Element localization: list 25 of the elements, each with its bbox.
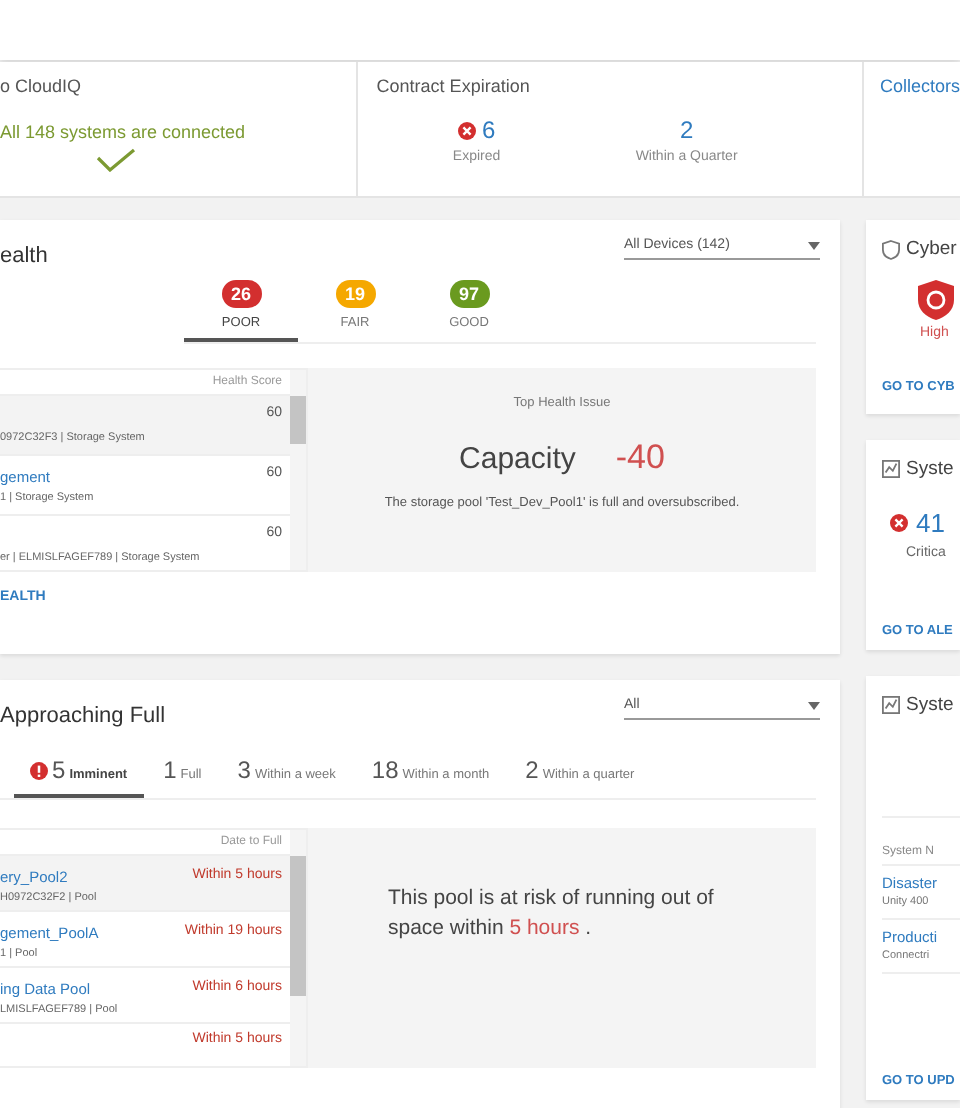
caret-icon: [808, 701, 820, 709]
card-title: Contract Expiration: [376, 76, 532, 96]
card-title: Cyber: [906, 238, 957, 260]
pool-message: This pool is at risk of running out of space within 5 hours .: [388, 884, 716, 945]
card-title: Syste: [906, 694, 954, 716]
card-title: o CloudIQ: [0, 76, 84, 96]
card-title: ealth: [0, 244, 48, 268]
stat-value[interactable]: 6: [481, 116, 496, 144]
stat-value[interactable]: 2: [679, 116, 694, 144]
alert-count[interactable]: 41: [916, 508, 945, 538]
scrollbar[interactable]: [290, 830, 306, 1066]
caret-icon: [808, 241, 820, 249]
chart-icon: [882, 696, 900, 714]
shield-icon: [918, 280, 954, 320]
card-title: Approaching Full: [0, 704, 166, 728]
shield-icon: [882, 239, 900, 259]
issue-category: Capacity: [459, 442, 576, 476]
issue-impact: -40: [615, 438, 665, 478]
error-icon: [457, 121, 476, 139]
connection-status: All 148 systems are connected: [0, 122, 248, 142]
scrollbar[interactable]: [290, 370, 306, 570]
chart-icon: [882, 460, 900, 478]
collectors-link[interactable]: Collectors: [879, 76, 960, 96]
card-title: Syste: [906, 458, 954, 480]
error-icon: [890, 514, 908, 532]
